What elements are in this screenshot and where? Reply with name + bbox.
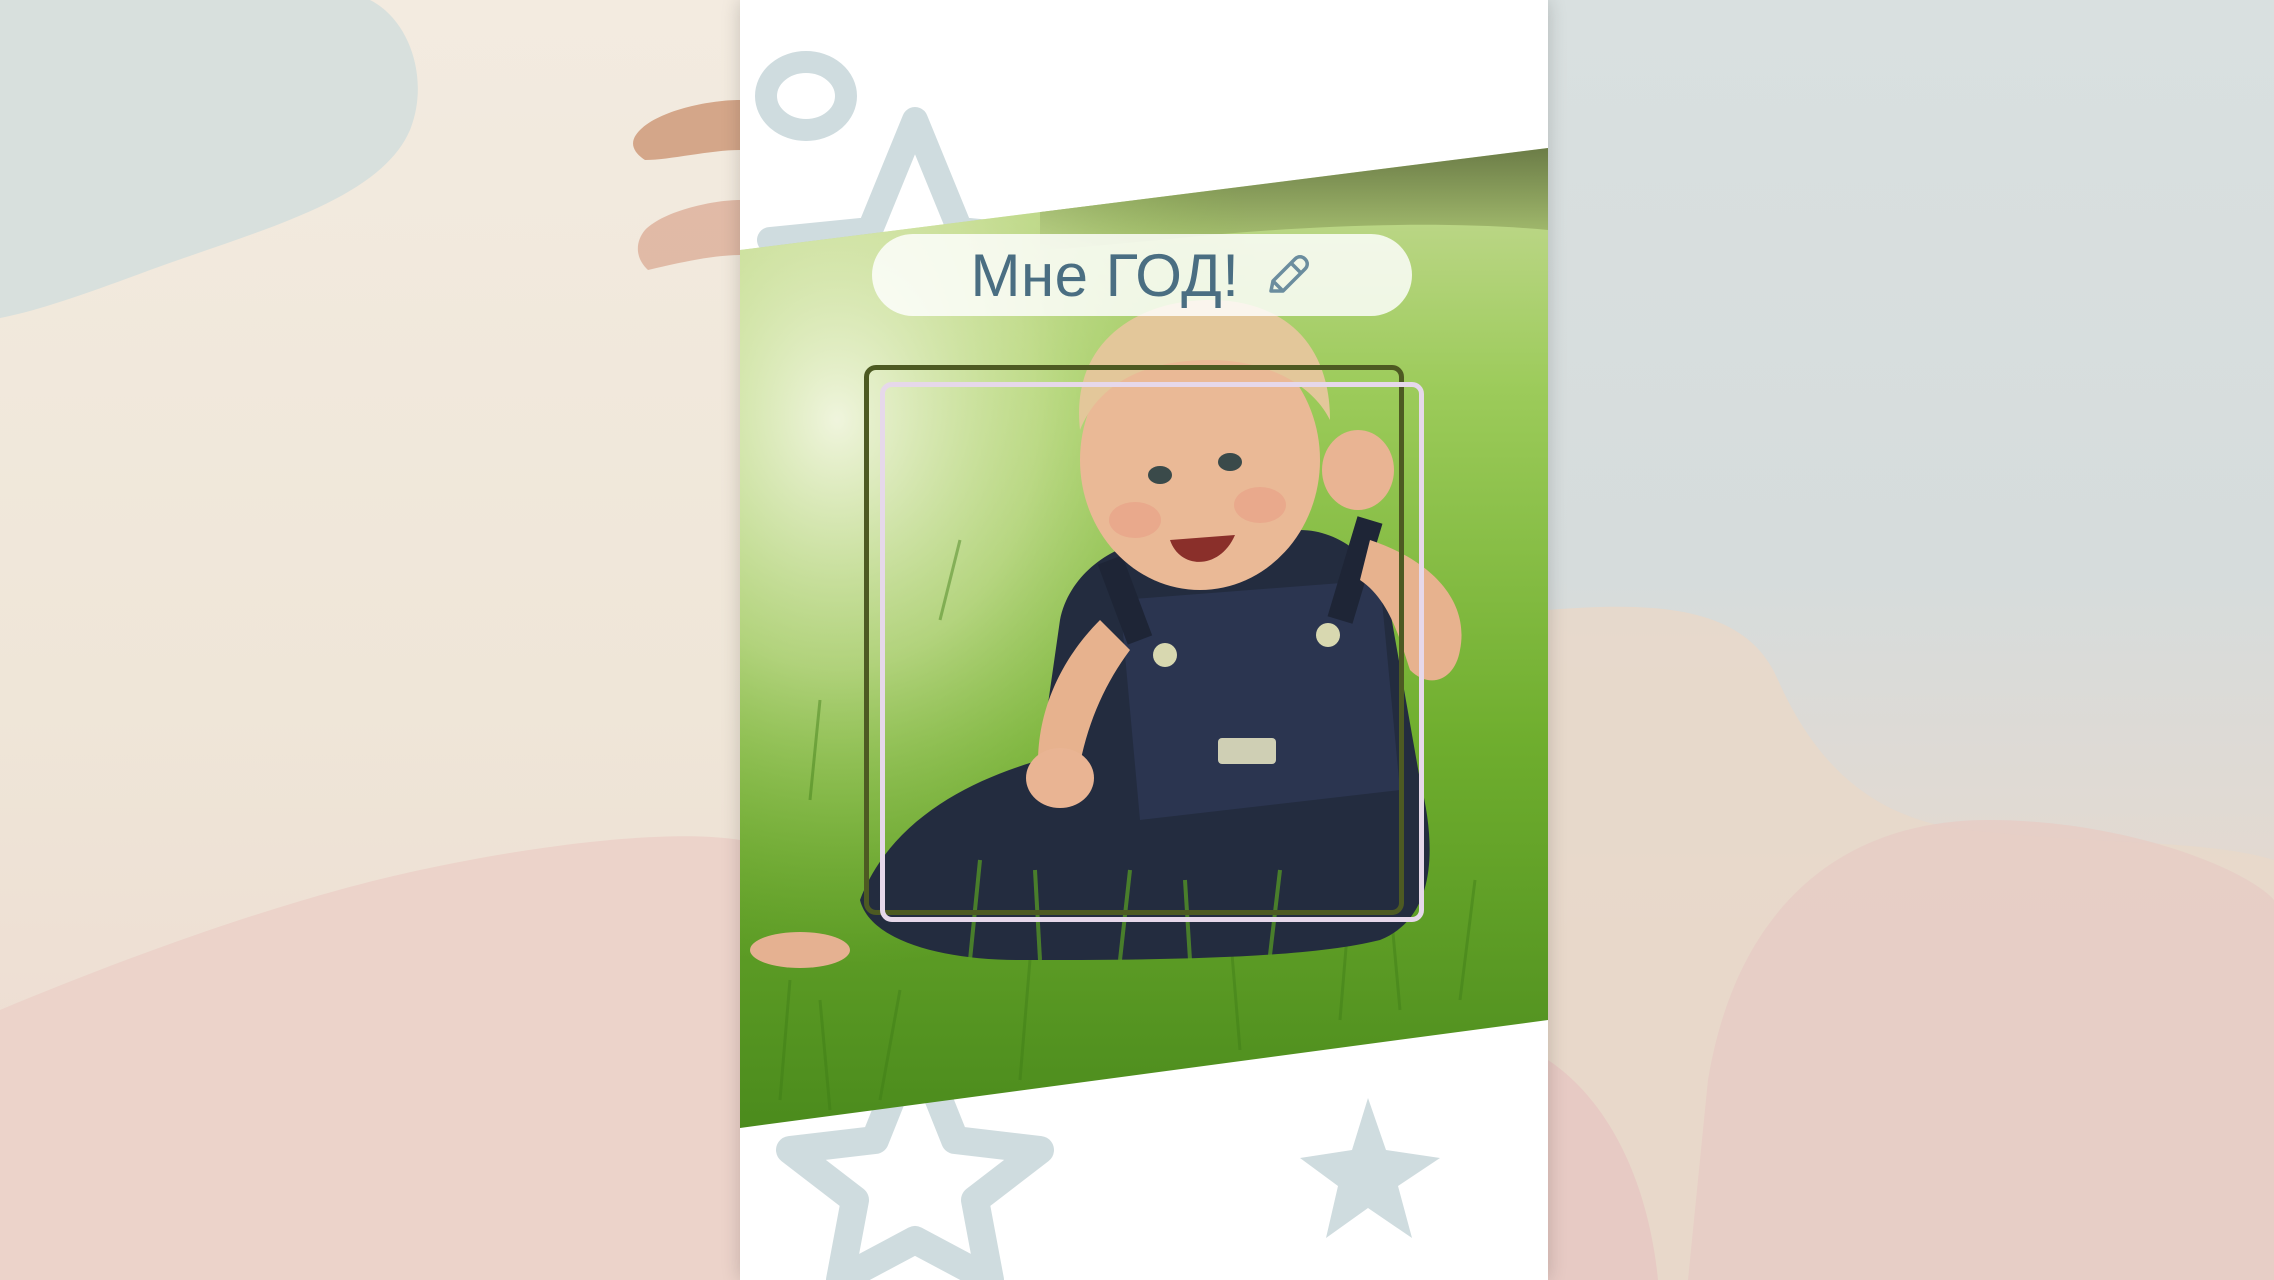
photo-frame-inner	[880, 382, 1424, 922]
right-watercolor-art	[1548, 606, 2274, 1280]
pencil-icon[interactable]	[1261, 249, 1313, 301]
app-canvas: Мне ГОД!	[0, 0, 2274, 1280]
left-watercolor-art	[0, 0, 740, 1280]
left-background-panel	[0, 0, 740, 1280]
right-background-panel	[1548, 0, 2274, 1280]
title-edit-pill[interactable]: Мне ГОД!	[872, 234, 1412, 316]
greeting-card-preview: Мне ГОД!	[740, 0, 1548, 1280]
card-title: Мне ГОД!	[970, 241, 1240, 309]
